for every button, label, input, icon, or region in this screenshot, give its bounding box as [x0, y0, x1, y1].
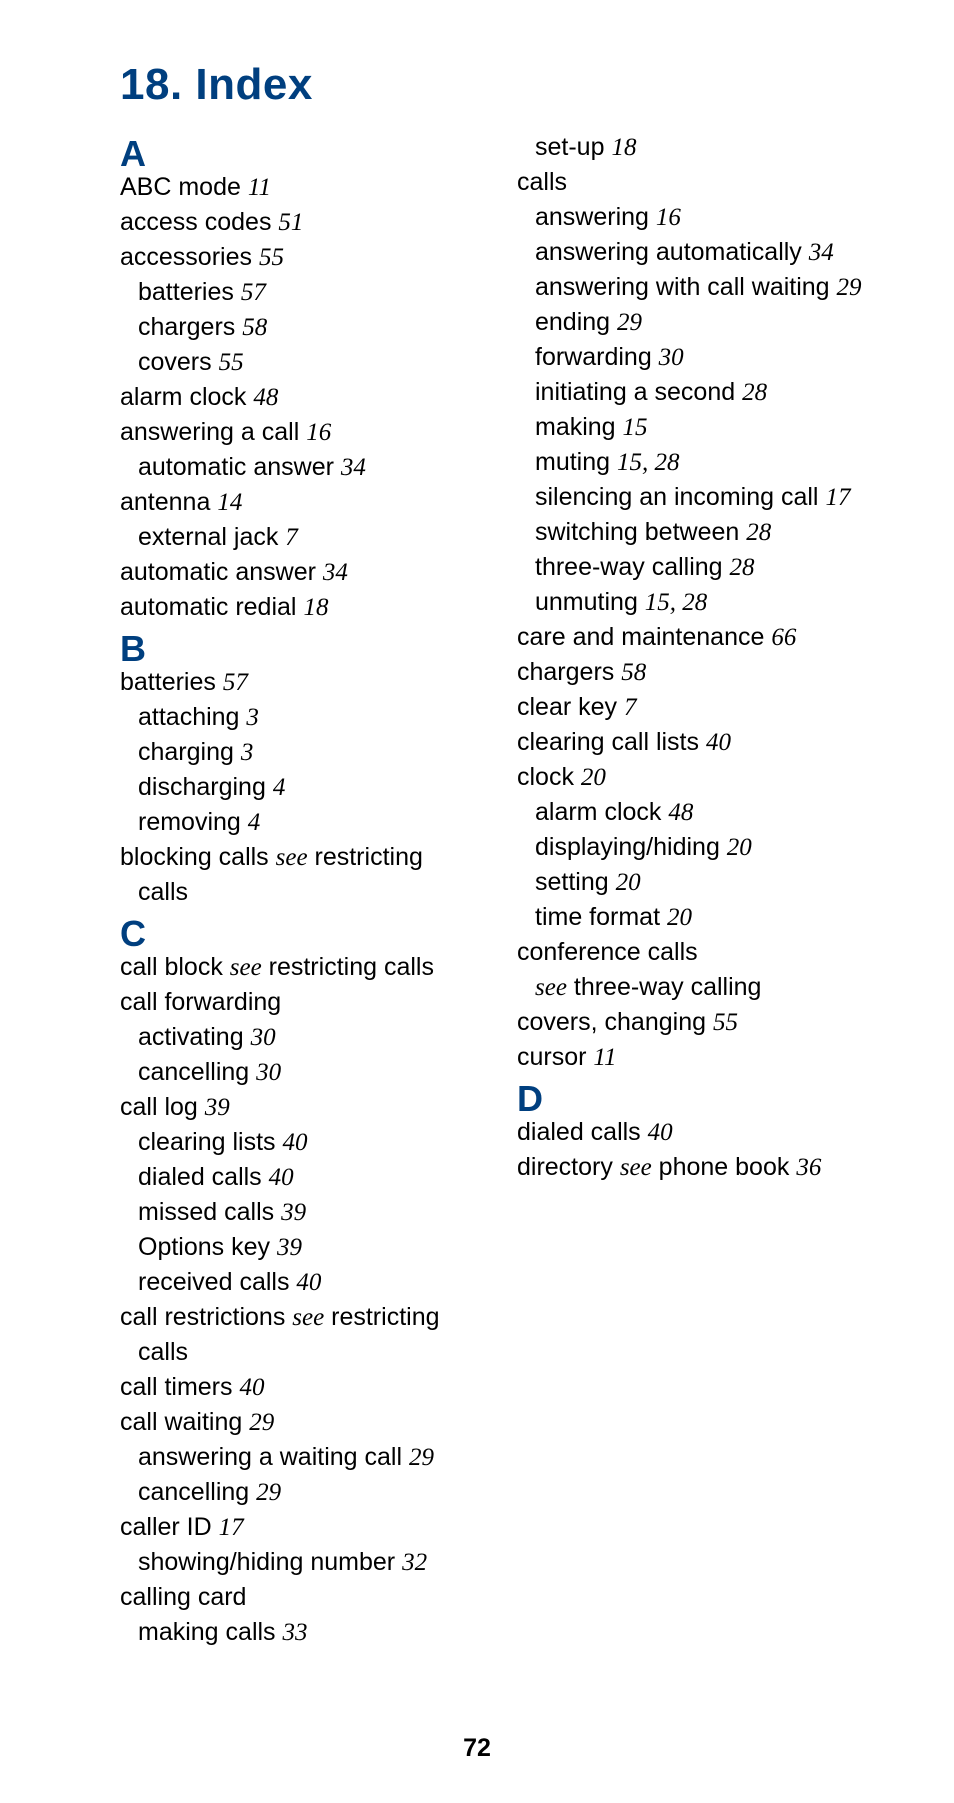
index-entry: making calls 33 [120, 1615, 477, 1650]
index-entry: call restrictions see restricting calls [120, 1300, 477, 1370]
index-entry: three-way calling 28 [517, 550, 874, 585]
index-entry: displaying/hiding 20 [517, 830, 874, 865]
index-entry: external jack 7 [120, 520, 477, 555]
index-entry: removing 4 [120, 805, 477, 840]
index-entry: covers, changing 55 [517, 1005, 874, 1040]
index-entry: clearing lists 40 [120, 1125, 477, 1160]
index-entry: covers 55 [120, 345, 477, 380]
index-entry: initiating a second 28 [517, 375, 874, 410]
index-entry: cancelling 29 [120, 1475, 477, 1510]
index-entry: dialed calls 40 [120, 1160, 477, 1195]
index-entry: batteries 57 [120, 665, 477, 700]
index-entry: automatic answer 34 [120, 450, 477, 485]
index-entry: call block see restricting calls [120, 950, 477, 985]
index-entry: call waiting 29 [120, 1405, 477, 1440]
index-entry: directory see phone book 36 [517, 1150, 874, 1185]
index-entry: alarm clock 48 [517, 795, 874, 830]
index-entry: alarm clock 48 [120, 380, 477, 415]
index-entry: clock 20 [517, 760, 874, 795]
index-entry: making 15 [517, 410, 874, 445]
letter-heading: C [120, 916, 477, 952]
index-entry: forwarding 30 [517, 340, 874, 375]
index-entry: care and maintenance 66 [517, 620, 874, 655]
index-entry: cancelling 30 [120, 1055, 477, 1090]
chapter-title: 18. Index [120, 60, 874, 110]
page-number: 72 [0, 1734, 954, 1763]
index-entry: missed calls 39 [120, 1195, 477, 1230]
index-entry: set-up 18 [517, 130, 874, 165]
index-entry: call forwarding [120, 985, 477, 1020]
index-entry: caller ID 17 [120, 1510, 477, 1545]
index-entry: calls [517, 165, 874, 200]
index-entry: answering with call waiting 29 [517, 270, 874, 305]
index-entry: activating 30 [120, 1020, 477, 1055]
index-entry: charging 3 [120, 735, 477, 770]
index-entry: access codes 51 [120, 205, 477, 240]
index-entry: chargers 58 [517, 655, 874, 690]
index-entry: antenna 14 [120, 485, 477, 520]
index-entry: dialed calls 40 [517, 1115, 874, 1150]
index-entry: see three-way calling [517, 970, 874, 1005]
index-entry: answering a waiting call 29 [120, 1440, 477, 1475]
index-entry: clear key 7 [517, 690, 874, 725]
index-entry: muting 15, 28 [517, 445, 874, 480]
index-entry: attaching 3 [120, 700, 477, 735]
index-entry: accessories 55 [120, 240, 477, 275]
index-entry: time format 20 [517, 900, 874, 935]
letter-heading: A [120, 136, 477, 172]
index-entry: automatic redial 18 [120, 590, 477, 625]
index-entry: cursor 11 [517, 1040, 874, 1075]
index-entry: ABC mode 11 [120, 170, 477, 205]
letter-heading: B [120, 631, 477, 667]
letter-heading: D [517, 1081, 874, 1117]
index-entry: batteries 57 [120, 275, 477, 310]
index-entry: showing/hiding number 32 [120, 1545, 477, 1580]
index-entry: received calls 40 [120, 1265, 477, 1300]
index-entry: calling card [120, 1580, 477, 1615]
index-entry: answering automatically 34 [517, 235, 874, 270]
index-columns: AABC mode 11access codes 51accessories 5… [120, 130, 874, 1670]
index-entry: clearing call lists 40 [517, 725, 874, 760]
index-entry: chargers 58 [120, 310, 477, 345]
index-entry: unmuting 15, 28 [517, 585, 874, 620]
index-entry: call timers 40 [120, 1370, 477, 1405]
index-entry: switching between 28 [517, 515, 874, 550]
index-entry: conference calls [517, 935, 874, 970]
index-entry: automatic answer 34 [120, 555, 477, 590]
index-entry: blocking calls see restricting calls [120, 840, 477, 910]
index-entry: silencing an incoming call 17 [517, 480, 874, 515]
index-entry: discharging 4 [120, 770, 477, 805]
index-entry: setting 20 [517, 865, 874, 900]
index-entry: answering 16 [517, 200, 874, 235]
index-entry: call log 39 [120, 1090, 477, 1125]
index-entry: answering a call 16 [120, 415, 477, 450]
index-entry: ending 29 [517, 305, 874, 340]
index-entry: Options key 39 [120, 1230, 477, 1265]
